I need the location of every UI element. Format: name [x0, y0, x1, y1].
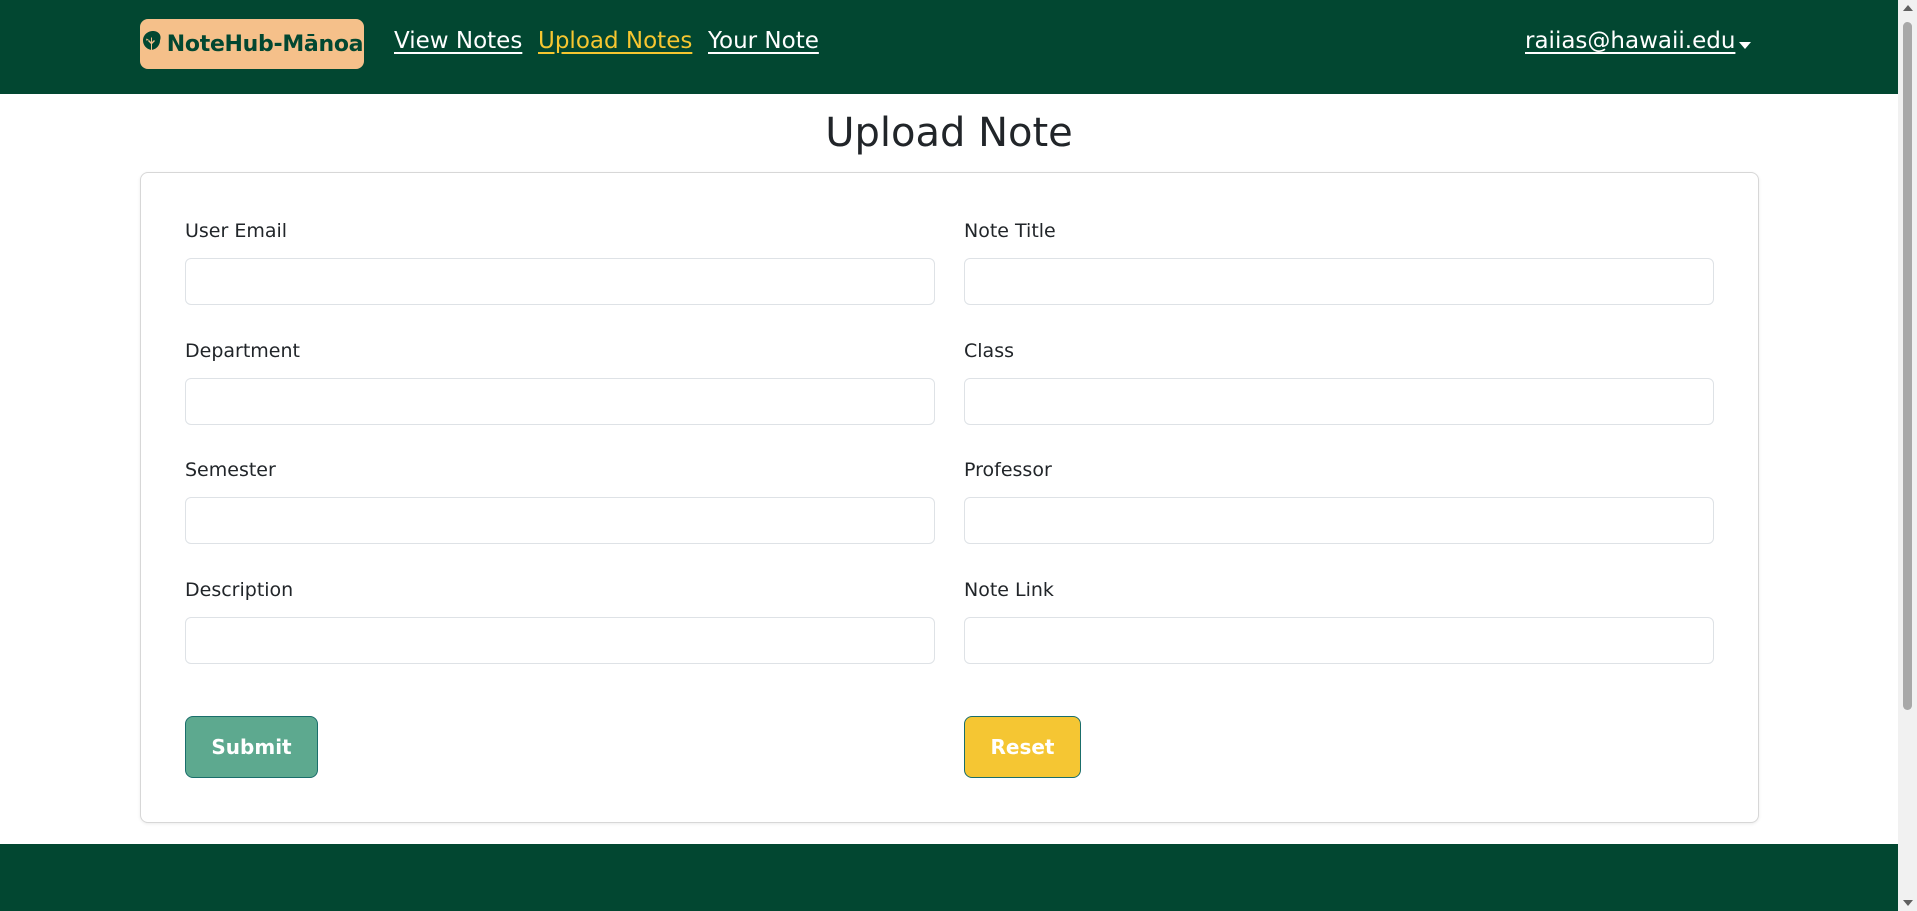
monstera-leaf-icon: [141, 29, 165, 59]
nav-link-your-note[interactable]: Your Note: [708, 28, 819, 54]
note-link-label: Note Link: [964, 579, 1054, 601]
nav-link-view-notes[interactable]: View Notes: [394, 28, 522, 54]
page-scrollbar[interactable]: [1898, 0, 1917, 911]
department-input[interactable]: [185, 378, 935, 425]
department-label: Department: [185, 340, 300, 362]
note-link-input[interactable]: [964, 617, 1714, 664]
navbar: NoteHub-Mānoa View Notes Upload Notes Yo…: [0, 0, 1898, 94]
class-label: Class: [964, 340, 1014, 362]
professor-input[interactable]: [964, 497, 1714, 544]
user-email-label: User Email: [185, 220, 288, 242]
scroll-down-arrow-icon[interactable]: [1903, 900, 1913, 906]
user-email-input[interactable]: [185, 258, 935, 305]
description-label: Description: [185, 579, 294, 601]
brand-name: NoteHub-Mānoa: [166, 31, 364, 57]
page-title: Upload Note: [825, 110, 1073, 156]
reset-button[interactable]: Reset: [964, 716, 1081, 778]
scroll-up-arrow-icon[interactable]: [1903, 5, 1913, 11]
submit-button[interactable]: Submit: [185, 716, 318, 778]
user-menu-dropdown[interactable]: raiias@hawaii.edu: [1525, 28, 1735, 54]
scrollbar-thumb[interactable]: [1903, 22, 1912, 710]
description-input[interactable]: [185, 617, 935, 664]
note-title-label: Note Title: [964, 220, 1056, 242]
chevron-down-icon[interactable]: [1739, 42, 1751, 49]
footer: [0, 844, 1898, 911]
class-input[interactable]: [964, 378, 1714, 425]
nav-link-upload-notes[interactable]: Upload Notes: [538, 28, 692, 54]
semester-input[interactable]: [185, 497, 935, 544]
brand-logo[interactable]: NoteHub-Mānoa: [140, 19, 364, 69]
professor-label: Professor: [964, 459, 1052, 481]
semester-label: Semester: [185, 459, 276, 481]
note-title-input[interactable]: [964, 258, 1714, 305]
